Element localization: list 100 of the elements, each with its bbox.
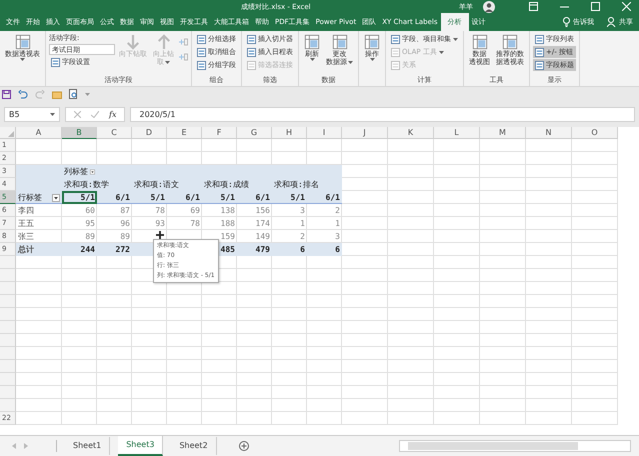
row-header[interactable] — [0, 321, 16, 334]
table-cell-text: 96 — [119, 218, 131, 230]
table-icon — [304, 34, 320, 50]
caret-icon — [348, 60, 353, 64]
column-header[interactable]: I — [307, 127, 342, 139]
table-cell-text: 138 — [220, 205, 236, 217]
list-icon — [247, 60, 256, 70]
horizontal-scrollbar[interactable] — [399, 440, 631, 452]
table-cell-text: 78 — [189, 218, 201, 230]
table-cell-text: 列标签 — [63, 166, 89, 177]
column-header[interactable]: N — [526, 127, 572, 139]
scroll-left-icon[interactable] — [12, 443, 16, 449]
table-cell-text: 5/1 — [220, 192, 236, 204]
row-header[interactable] — [0, 373, 16, 386]
table-cell: 5/1 — [62, 191, 97, 204]
table-cell-text: 2 — [299, 231, 306, 243]
move-cursor-icon — [156, 231, 164, 239]
column-header[interactable]: J — [342, 127, 388, 139]
table-cell-text: 89 — [84, 231, 96, 243]
table-icon — [332, 34, 348, 50]
list-icon — [247, 48, 256, 56]
caret-icon — [370, 58, 374, 61]
caret-icon — [438, 50, 444, 54]
corner-triangle-icon — [8, 131, 14, 137]
save-icon[interactable] — [2, 90, 11, 98]
close-icon[interactable] — [622, 2, 631, 11]
row-header[interactable] — [0, 308, 16, 321]
column-header[interactable]: G — [237, 127, 272, 139]
table-cell-text: 行标签 — [17, 192, 43, 203]
scroll-right-icon[interactable] — [24, 443, 28, 449]
redo-icon[interactable] — [35, 90, 45, 98]
table-cell-text: 78 — [154, 205, 166, 217]
row-header[interactable] — [0, 256, 16, 269]
row-header[interactable] — [0, 386, 16, 399]
column-header[interactable]: O — [572, 127, 618, 139]
sheet-tab[interactable]: Sheet2 — [171, 437, 217, 455]
caret-icon — [310, 58, 314, 61]
cancel-icon[interactable] — [74, 110, 81, 118]
table-cell-text: 张三 — [17, 231, 35, 242]
print-preview-icon[interactable] — [69, 89, 78, 99]
down-arrow-icon — [126, 34, 140, 50]
table-icon — [364, 34, 380, 50]
minimize-icon[interactable] — [560, 6, 569, 8]
column-header[interactable]: F — [202, 127, 237, 139]
table-cell-text: 95 — [84, 218, 96, 230]
formula-input[interactable]: 2020/5/1 — [130, 106, 635, 122]
table-cell-text: 93 — [154, 218, 166, 230]
table-cell-text: 60 — [84, 205, 96, 217]
select-all-button[interactable] — [0, 127, 16, 139]
table-cell-text: 总计 — [16, 244, 35, 255]
row-header[interactable] — [0, 269, 16, 282]
up-arrow-icon — [156, 34, 170, 50]
row-header[interactable] — [0, 347, 16, 360]
row-header[interactable] — [0, 295, 16, 308]
table-cell-text: 1 — [334, 218, 341, 230]
list-icon — [197, 48, 206, 56]
list-icon — [391, 60, 400, 70]
column-header[interactable]: M — [480, 127, 526, 139]
table-cell-text: 244 — [80, 244, 96, 256]
ribbon-display-icon[interactable] — [529, 2, 538, 11]
lightbulb-icon — [563, 17, 570, 27]
column-header[interactable]: A — [16, 127, 62, 139]
row-header[interactable] — [0, 360, 16, 373]
list-icon — [535, 48, 544, 56]
person-icon — [607, 17, 616, 27]
check-icon[interactable] — [91, 110, 99, 118]
column-header[interactable]: K — [388, 127, 434, 139]
column-header[interactable]: L — [434, 127, 480, 139]
folder-icon[interactable] — [52, 90, 62, 98]
column-header[interactable]: C — [97, 127, 132, 139]
table-cell-text: 3 — [334, 231, 341, 243]
customize-icon[interactable] — [85, 92, 90, 96]
name-box[interactable]: B5 — [4, 106, 60, 122]
column-header[interactable]: H — [272, 127, 307, 139]
undo-icon[interactable] — [18, 90, 28, 98]
filter-dropdown-icon[interactable] — [90, 168, 95, 176]
list-icon — [535, 34, 544, 44]
sheet-tab[interactable]: Sheet3 — [118, 436, 164, 456]
list-icon — [51, 58, 60, 66]
table-cell-text: 李四 — [17, 205, 35, 216]
table-cell-text: 87 — [119, 205, 131, 217]
list-icon — [391, 34, 400, 44]
table-icon — [14, 34, 30, 50]
row-header[interactable] — [0, 282, 16, 295]
row-header[interactable] — [0, 399, 16, 412]
row-header[interactable] — [0, 334, 16, 347]
filter-dropdown-icon[interactable] — [52, 194, 60, 202]
list-icon — [391, 48, 400, 56]
column-header[interactable]: B — [62, 127, 97, 139]
avatar-icon[interactable] — [483, 0, 495, 12]
list-icon — [535, 60, 544, 70]
table-cell-text: 求和项:成绩 — [203, 179, 250, 190]
table-cell-text: 2 — [334, 205, 341, 217]
table-cell-text: 188 — [220, 218, 236, 230]
add-sheet-icon[interactable] — [238, 441, 249, 451]
maximize-icon[interactable] — [591, 2, 600, 11]
insert-function-button[interactable]: fx — [109, 110, 116, 118]
column-header[interactable]: E — [167, 127, 202, 139]
column-header[interactable]: D — [132, 127, 167, 139]
sheet-tab[interactable]: Sheet1 — [65, 437, 110, 455]
